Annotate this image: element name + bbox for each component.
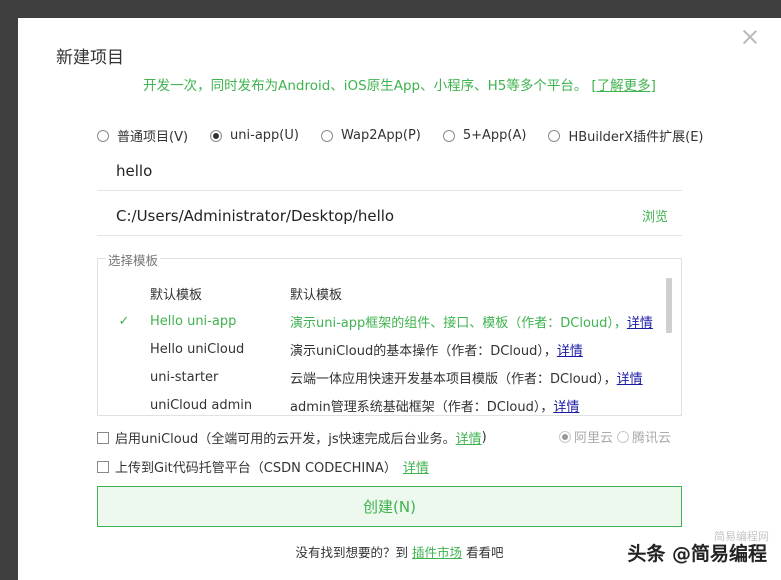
project-type-uniapp[interactable]: uni-app(U) — [210, 126, 299, 145]
provider-tencent[interactable]: 腾讯云 — [617, 427, 671, 446]
template-scrollbar[interactable] — [666, 278, 672, 333]
template-desc: admin管理系统基础框架（作者：DCloud）， — [290, 399, 554, 415]
template-row[interactable]: Hello uniCloud 演示uniCloud的基本操作（作者：DCloud… — [98, 335, 668, 363]
unicloud-checkbox[interactable] — [97, 431, 109, 444]
template-row[interactable]: uniCloud admin admin管理系统基础框架（作者：DCloud），… — [98, 391, 668, 415]
git-checkbox[interactable] — [97, 460, 109, 473]
template-row[interactable]: uni-starter 云端一体应用快速开发基本项目模版（作者：DCloud），… — [98, 363, 668, 391]
project-type-5plusapp[interactable]: 5+App(A) — [442, 126, 526, 145]
unicloud-detail-link[interactable]: 详情 — [456, 428, 482, 447]
project-type-plugin[interactable]: HBuilderX插件扩展(E) — [548, 126, 704, 145]
template-detail-link[interactable]: 详情 — [553, 396, 579, 415]
close-icon[interactable] — [741, 28, 759, 46]
project-name-input[interactable] — [116, 161, 682, 180]
project-name-field — [97, 151, 682, 191]
template-detail-link[interactable]: 详情 — [627, 312, 653, 331]
radio-icon — [442, 129, 455, 142]
dialog-subtitle: 开发一次，同时发布为Android、iOS原生App、小程序、H5等多个平台。[… — [18, 74, 781, 94]
new-project-dialog: 新建项目 开发一次，同时发布为Android、iOS原生App、小程序、H5等多… — [18, 18, 781, 580]
unicloud-option: 启用uniCloud（全端可用的云开发，js快速完成后台业务。 详情) — [97, 428, 487, 447]
checkmark-icon: ✓ — [118, 313, 130, 329]
dialog-title: 新建项目 — [56, 48, 124, 68]
template-list: 默认模板 默认模板 ✓ Hello uni-app 演示uni-app框架的组件… — [98, 279, 668, 415]
subtitle-text: 开发一次，同时发布为Android、iOS原生App、小程序、H5等多个平台。 — [143, 78, 588, 94]
project-type-normal[interactable]: 普通项目(V) — [97, 126, 188, 145]
radio-icon — [320, 129, 333, 142]
template-name: 默认模板 — [150, 287, 203, 303]
template-name: uniCloud admin — [150, 397, 253, 413]
radio-selected-icon — [210, 129, 223, 142]
provider-aliyun[interactable]: 阿里云 — [559, 427, 613, 446]
template-desc: 云端一体应用快速开发基本项目模版（作者：DCloud）， — [290, 371, 617, 387]
template-detail-link[interactable]: 详情 — [617, 368, 643, 387]
project-path-input[interactable] — [116, 206, 642, 225]
git-option: 上传到Git代码托管平台（CSDN CODECHINA） 详情 — [97, 457, 429, 476]
template-detail-link[interactable]: 详情 — [557, 340, 583, 359]
project-path-field: 浏览 — [97, 196, 682, 236]
git-detail-link[interactable]: 详情 — [403, 457, 429, 476]
template-desc: 演示uni-app框架的组件、接口、模板（作者：DCloud）， — [290, 315, 627, 331]
template-legend: 选择模板 — [106, 250, 161, 269]
template-name: Hello uniCloud — [150, 341, 245, 357]
template-group: 选择模板 默认模板 默认模板 ✓ Hello uni-app 演示uni-app… — [97, 250, 682, 416]
template-name: uni-starter — [150, 369, 219, 385]
browse-button[interactable]: 浏览 — [642, 206, 668, 225]
plugin-market-link[interactable]: 插件市场 — [412, 545, 462, 560]
template-name: Hello uni-app — [150, 313, 237, 329]
template-desc: 默认模板 — [290, 287, 343, 303]
radio-selected-icon — [559, 430, 571, 443]
unicloud-label: 启用uniCloud（全端可用的云开发，js快速完成后台业务。 — [115, 432, 456, 447]
cloud-provider-group: 阿里云 腾讯云 — [559, 427, 671, 446]
create-button[interactable]: 创建(N) — [97, 486, 682, 527]
project-type-group: 普通项目(V) uni-app(U) Wap2App(P) 5+App(A) H… — [97, 126, 726, 145]
learn-more-link[interactable]: [了解更多] — [591, 78, 656, 94]
watermark: 头条 @简易编程 — [627, 543, 767, 565]
radio-icon — [548, 129, 561, 142]
template-row-selected[interactable]: ✓ Hello uni-app 演示uni-app框架的组件、接口、模板（作者：… — [98, 307, 668, 335]
radio-icon — [617, 430, 630, 443]
template-row[interactable]: 默认模板 默认模板 — [98, 279, 668, 307]
git-label: 上传到Git代码托管平台（CSDN CODECHINA） — [115, 461, 397, 476]
project-type-wap2app[interactable]: Wap2App(P) — [320, 126, 421, 145]
template-desc: 演示uniCloud的基本操作（作者：DCloud）， — [290, 343, 557, 359]
radio-icon — [97, 129, 109, 142]
